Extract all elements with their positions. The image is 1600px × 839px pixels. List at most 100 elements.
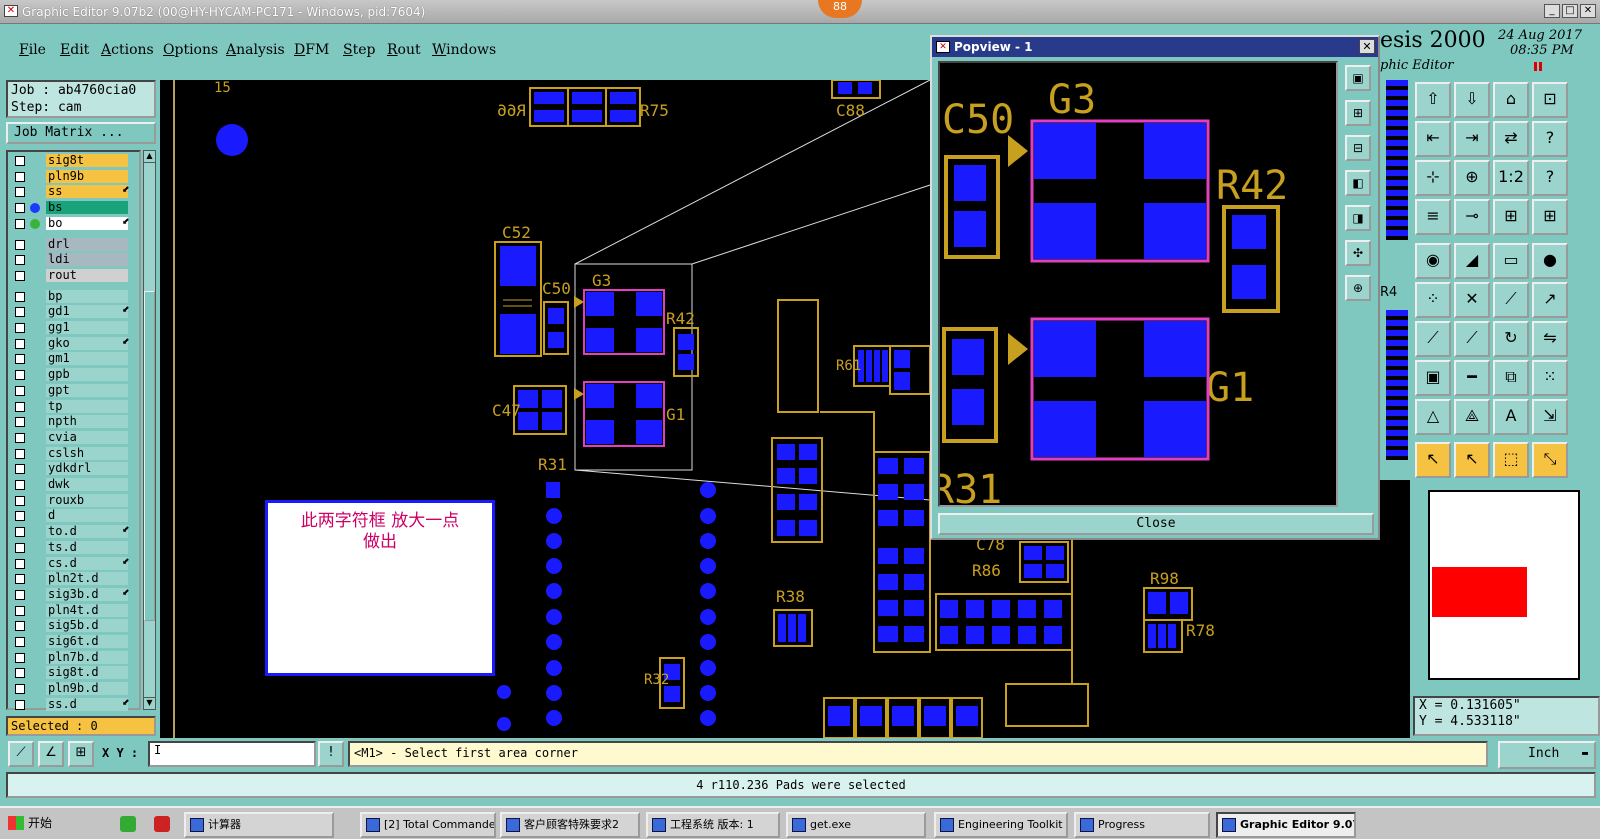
layer-name[interactable]: sig6t.d — [46, 635, 128, 648]
move-left-icon[interactable]: ⇤ — [1415, 121, 1451, 157]
popview-close-icon[interactable]: ✕ — [1359, 39, 1375, 54]
layer-row-sig8t[interactable]: sig8t — [10, 154, 138, 168]
layer-row-ts-d[interactable]: ts.d — [10, 540, 138, 555]
close-window-button[interactable]: ✕ — [1580, 4, 1596, 18]
layer-name[interactable]: pln9b — [46, 169, 128, 183]
layer-checkbox[interactable] — [15, 385, 25, 396]
layer-checkbox[interactable] — [15, 218, 25, 229]
minimap-frame[interactable] — [1428, 490, 1580, 680]
minimap-viewport[interactable] — [1432, 567, 1527, 617]
menu-windows[interactable]: Windows — [432, 42, 496, 58]
layer-name[interactable]: pln9b.d — [46, 682, 128, 696]
job-matrix-button[interactable]: Job Matrix ... — [6, 122, 156, 144]
layer-display-dot[interactable] — [30, 203, 40, 214]
layer-checkbox[interactable] — [15, 417, 25, 428]
home-up-icon[interactable]: ⇧ — [1415, 82, 1451, 118]
menu-dfm[interactable]: DFM — [294, 42, 329, 58]
layer-row-rouxb[interactable]: rouxb — [10, 493, 138, 508]
layer-checkbox[interactable] — [15, 511, 25, 522]
taskbar-item[interactable]: 计算器 — [184, 812, 334, 838]
layer-name[interactable]: cs.d — [46, 556, 128, 570]
layer-name[interactable]: npth — [46, 415, 128, 429]
layer-name[interactable]: gpb — [46, 368, 128, 382]
a-shape-icon[interactable]: A — [1493, 399, 1529, 435]
layer-checkbox[interactable] — [15, 354, 25, 365]
layer-name[interactable]: ss.d — [46, 697, 128, 711]
line-tool-icon[interactable]: ◢ — [1454, 243, 1490, 279]
slash-red-icon[interactable]: ⟋ — [1415, 321, 1451, 357]
layer-name[interactable]: dwk — [46, 478, 128, 491]
taskbar-item[interactable]: Engineering Toolkit 9 — [934, 812, 1068, 838]
layer-checkbox[interactable] — [15, 605, 25, 616]
layer-name[interactable]: tp — [46, 399, 128, 413]
home-down-icon[interactable]: ⇩ — [1454, 82, 1490, 118]
zoom-out-icon[interactable]: ⊟ — [1345, 135, 1371, 161]
layer-row-bs[interactable]: bs — [10, 201, 138, 215]
menu-rout[interactable]: Rout — [387, 42, 421, 58]
layer-row-pln2t-d[interactable]: pln2t.d — [10, 572, 138, 586]
align-icon[interactable]: ⧉ — [1493, 360, 1529, 396]
circle-tool-icon[interactable]: ● — [1532, 243, 1568, 279]
layer-row-ss[interactable]: ss ⬋ — [10, 185, 138, 199]
house-icon[interactable]: ⌂ — [1493, 82, 1529, 118]
minimize-button[interactable]: _ — [1544, 4, 1560, 18]
taskbar-item[interactable]: Graphic Editor 9.07 — [1216, 812, 1356, 838]
layer-name[interactable]: sig3b.d — [46, 587, 128, 601]
layer-row-sig6t-d[interactable]: sig6t.d — [10, 635, 138, 649]
frame-icon[interactable]: ⊡ — [1532, 82, 1568, 118]
question-icon[interactable]: ? — [1532, 160, 1568, 196]
scale-1-2-icon[interactable]: 1:2 — [1493, 160, 1529, 196]
layer-row-npth[interactable]: npth — [10, 415, 138, 429]
layer-name[interactable]: bo — [46, 216, 128, 230]
pointer-red-icon[interactable]: ↖ — [1454, 442, 1490, 478]
layer-name[interactable]: gg1 — [46, 321, 128, 334]
layer-name[interactable]: gm1 — [46, 352, 128, 366]
pin-icon[interactable]: ⊸ — [1454, 199, 1490, 235]
layer-name[interactable]: ss — [46, 185, 128, 199]
pan-left-icon[interactable]: ◧ — [1345, 170, 1371, 196]
layer-checkbox[interactable] — [15, 542, 25, 553]
layer-checkbox[interactable] — [15, 156, 25, 166]
cluster-icon[interactable]: ⁙ — [1532, 360, 1568, 396]
arrow-diag-icon[interactable]: ↗ — [1532, 282, 1568, 318]
layer-checkbox[interactable] — [15, 574, 25, 585]
layer-checkbox[interactable] — [15, 171, 25, 182]
layer-checkbox[interactable] — [15, 432, 25, 443]
pan-right-icon[interactable]: ◨ — [1345, 205, 1371, 231]
layer-name[interactable]: cvia — [46, 430, 128, 444]
pointer-icon[interactable]: ↖ — [1415, 442, 1451, 478]
layer-checkbox[interactable] — [15, 270, 25, 281]
layer-checkbox[interactable] — [15, 621, 25, 632]
layer-checkbox[interactable] — [15, 203, 25, 214]
layer-row-cs-d[interactable]: cs.d ⬋ — [10, 556, 138, 571]
layer-row-gd1[interactable]: gd1 ⬋ — [10, 305, 138, 319]
popview-canvas[interactable]: G3 C50 R42 G1 R31 — [938, 61, 1338, 507]
mirror-icon[interactable]: ⇋ — [1532, 321, 1568, 357]
layer-checkbox[interactable] — [15, 338, 25, 349]
layer-row-gko[interactable]: gko ⬋ — [10, 336, 138, 351]
layer-row-sig5b-d[interactable]: sig5b.d — [10, 619, 138, 633]
layer-tool-icon[interactable]: ≡ — [1415, 199, 1451, 235]
layer-checkbox[interactable] — [15, 448, 25, 459]
layer-row-ss-d[interactable]: ss.d ⬋ — [10, 697, 138, 712]
menu-edit[interactable]: Edit — [60, 42, 89, 58]
layer-row-to-d[interactable]: to.d ⬋ — [10, 525, 138, 539]
layer-row-cvia[interactable]: cvia — [10, 430, 138, 445]
layer-checkbox[interactable] — [15, 370, 25, 381]
layer-name[interactable]: gko — [46, 336, 128, 350]
select-box-icon[interactable]: ⬚ — [1493, 442, 1529, 478]
grid-icon[interactable]: ⊞ — [68, 741, 94, 767]
layer-checkbox[interactable] — [15, 255, 25, 266]
layer-checkbox[interactable] — [15, 323, 25, 333]
layer-name[interactable]: sig8t.d — [46, 666, 128, 680]
ruler-icon[interactable]: ▭ — [1493, 243, 1529, 279]
layer-name[interactable]: pln2t.d — [46, 572, 128, 586]
line-draw-icon[interactable]: ⟋ — [1493, 282, 1529, 318]
taskbar-item[interactable]: get.exe — [786, 812, 926, 838]
swap-icon[interactable]: ⇄ — [1493, 121, 1529, 157]
layer-row-bp[interactable]: bp — [10, 289, 138, 304]
layer-checkbox[interactable] — [15, 401, 25, 412]
layer-row-ldi[interactable]: ldi — [10, 253, 138, 267]
polygon-icon[interactable]: ⟁ — [1454, 399, 1490, 435]
layer-name[interactable]: rout — [46, 268, 128, 282]
